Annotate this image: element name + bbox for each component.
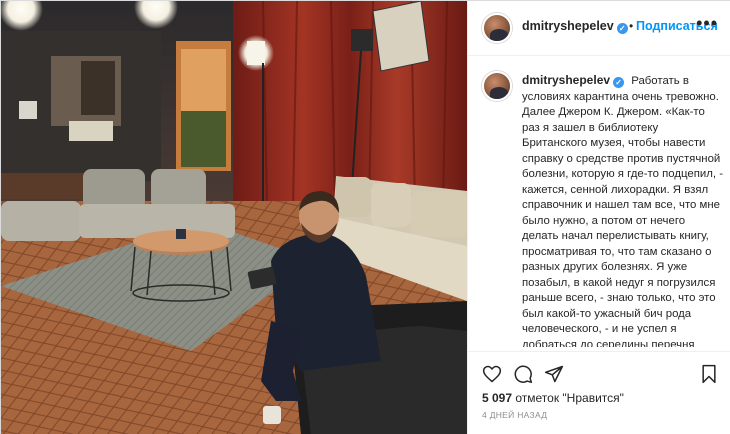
avatar[interactable] — [482, 13, 512, 43]
post-caption: dmitryshepelev ✓ Работать в условиях кара… — [522, 73, 724, 347]
avatar[interactable] — [482, 71, 512, 101]
post-timestamp[interactable]: 4 дней назад — [482, 410, 547, 420]
more-options-icon[interactable]: ••• — [696, 14, 718, 32]
separator-dot: • — [629, 19, 634, 33]
post-photo[interactable] — [1, 1, 467, 434]
caption-text: Работать в условиях карантина очень трев… — [522, 75, 724, 347]
verified-badge-icon: ✓ — [616, 23, 628, 34]
verified-badge-icon: ✓ — [613, 77, 625, 88]
caption-area: dmitryshepelev ✓ Работать в условиях кара… — [468, 57, 730, 347]
post-header: dmitryshepelev ✓ • Подписаться ••• — [468, 1, 730, 56]
actions-bar: 5 097 отметок "Нравится" 4 дней назад — [468, 351, 730, 434]
comment-icon[interactable] — [513, 364, 533, 384]
instagram-post: dmitryshepelev ✓ • Подписаться ••• dmitry… — [0, 0, 730, 434]
heart-icon[interactable] — [482, 364, 502, 384]
share-icon[interactable] — [544, 364, 564, 384]
author-username[interactable]: dmitryshepelev ✓ — [522, 19, 628, 34]
likes-count[interactable]: 5 097 отметок "Нравится" — [482, 391, 624, 405]
post-sidebar: dmitryshepelev ✓ • Подписаться ••• dmitry… — [467, 1, 730, 434]
studio-scene-illustration — [1, 1, 467, 434]
caption-username[interactable]: dmitryshepelev ✓ — [522, 73, 625, 88]
bookmark-icon[interactable] — [700, 364, 718, 384]
